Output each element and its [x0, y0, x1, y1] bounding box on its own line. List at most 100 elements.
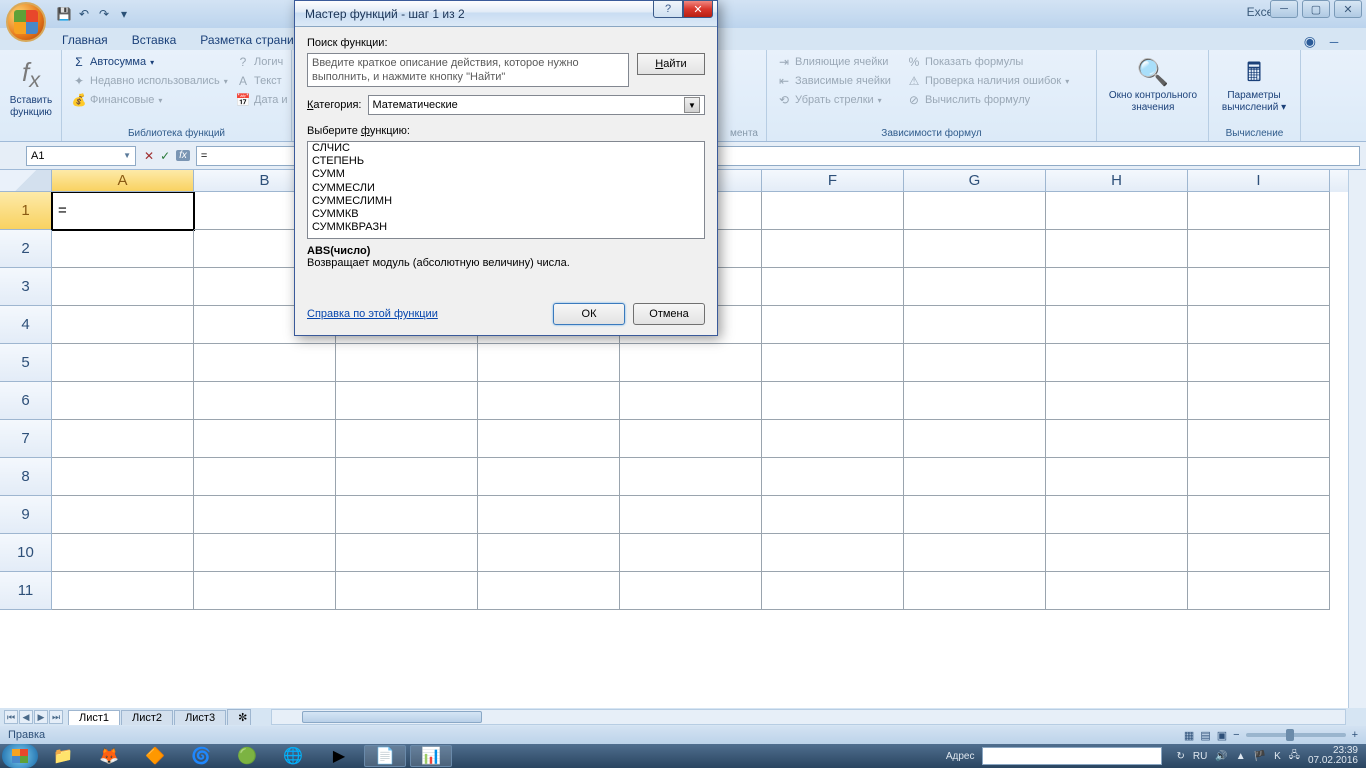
- row-header-3[interactable]: 3: [0, 268, 52, 306]
- cell[interactable]: [904, 306, 1046, 344]
- cell[interactable]: [762, 382, 904, 420]
- horizontal-scrollbar[interactable]: [271, 709, 1346, 725]
- col-header-F[interactable]: F: [762, 170, 904, 192]
- trace-precedents-button[interactable]: ⇥Влияющие ячейки: [773, 53, 895, 71]
- tray-arrow-icon[interactable]: ▲: [1236, 751, 1246, 762]
- cell[interactable]: [1046, 306, 1188, 344]
- row-header-10[interactable]: 10: [0, 534, 52, 572]
- save-icon[interactable]: 💾: [56, 6, 72, 22]
- cell[interactable]: [620, 420, 762, 458]
- tray-date[interactable]: 07.02.2016: [1308, 756, 1358, 766]
- view-normal-icon[interactable]: ▦: [1184, 729, 1194, 742]
- tab-insert[interactable]: Вставка: [120, 30, 189, 50]
- cell[interactable]: [336, 496, 478, 534]
- calc-options-button[interactable]: 🖩 Параметрывычислений ▾: [1215, 53, 1293, 118]
- utorrent-icon[interactable]: 🟢: [226, 745, 268, 767]
- cell[interactable]: [194, 496, 336, 534]
- media-player-icon[interactable]: ▶: [318, 745, 360, 767]
- undo-icon[interactable]: ↶: [76, 6, 92, 22]
- function-item[interactable]: СТЕПЕНЬ: [308, 155, 704, 168]
- new-sheet-tab[interactable]: ✼: [227, 709, 251, 725]
- cell[interactable]: [1046, 496, 1188, 534]
- function-listbox[interactable]: СЛЧИС СТЕПЕНЬ СУММ СУММЕСЛИ СУММЕСЛИМН С…: [307, 141, 705, 239]
- cell[interactable]: [336, 382, 478, 420]
- cell[interactable]: [762, 268, 904, 306]
- enter-formula-icon[interactable]: ✓: [160, 149, 170, 163]
- office-button[interactable]: [6, 2, 46, 42]
- cell[interactable]: [194, 458, 336, 496]
- cell[interactable]: [620, 572, 762, 610]
- function-help-link[interactable]: Справка по этой функции: [307, 308, 438, 320]
- minimize-button[interactable]: ─: [1270, 0, 1298, 18]
- watch-window-button[interactable]: 🔍 Окно контрольногозначения: [1097, 53, 1209, 118]
- cell[interactable]: [478, 572, 620, 610]
- help-icon[interactable]: ◉: [1304, 33, 1316, 50]
- cell[interactable]: [904, 192, 1046, 230]
- cell[interactable]: [478, 382, 620, 420]
- cell[interactable]: [194, 420, 336, 458]
- excel-icon[interactable]: 📊: [410, 745, 452, 767]
- cell[interactable]: [52, 382, 194, 420]
- start-button[interactable]: [2, 744, 38, 768]
- cell[interactable]: [904, 572, 1046, 610]
- minimize-ribbon-icon[interactable]: ─: [1326, 34, 1342, 50]
- col-header-I[interactable]: I: [1188, 170, 1330, 192]
- cell[interactable]: [1188, 230, 1330, 268]
- cell[interactable]: [478, 496, 620, 534]
- cell[interactable]: [762, 420, 904, 458]
- find-button[interactable]: Найти: [637, 53, 705, 75]
- nav-next-icon[interactable]: ▶: [34, 710, 48, 724]
- category-select[interactable]: Математические ▼: [368, 95, 706, 115]
- cell[interactable]: [1046, 344, 1188, 382]
- chrome-icon[interactable]: 🌐: [272, 745, 314, 767]
- row-header-7[interactable]: 7: [0, 420, 52, 458]
- function-item[interactable]: СУММКВ: [308, 208, 704, 221]
- cell[interactable]: [336, 572, 478, 610]
- cell[interactable]: [762, 534, 904, 572]
- row-header-2[interactable]: 2: [0, 230, 52, 268]
- cell[interactable]: [904, 268, 1046, 306]
- cell[interactable]: [1188, 344, 1330, 382]
- cell[interactable]: [762, 230, 904, 268]
- cell-A1[interactable]: =: [52, 192, 194, 230]
- text-button[interactable]: AТекст: [232, 72, 292, 90]
- cell[interactable]: [904, 458, 1046, 496]
- row-header-4[interactable]: 4: [0, 306, 52, 344]
- vertical-scrollbar[interactable]: [1348, 170, 1366, 708]
- col-header-G[interactable]: G: [904, 170, 1046, 192]
- date-button[interactable]: 📅Дата и: [232, 91, 292, 109]
- function-item[interactable]: СУММЕСЛИ: [308, 182, 704, 195]
- remove-arrows-button[interactable]: ⟲Убрать стрелки ▾: [773, 91, 895, 109]
- cell[interactable]: [336, 534, 478, 572]
- language-indicator[interactable]: RU: [1193, 751, 1207, 762]
- zoom-in-icon[interactable]: +: [1352, 729, 1358, 741]
- cell[interactable]: [52, 306, 194, 344]
- row-header-1[interactable]: 1: [0, 192, 52, 230]
- insert-function-button[interactable]: fx Вставитьфункцию: [6, 53, 56, 123]
- fx-button[interactable]: fx: [176, 150, 190, 161]
- firefox-icon[interactable]: 🦊: [88, 745, 130, 767]
- address-input[interactable]: [982, 747, 1162, 765]
- evaluate-formula-button[interactable]: ⊘Вычислить формулу: [903, 91, 1073, 109]
- cell[interactable]: [904, 534, 1046, 572]
- dialog-title-bar[interactable]: Мастер функций - шаг 1 из 2 ? ✕: [295, 1, 717, 27]
- cell[interactable]: [1046, 572, 1188, 610]
- dialog-help-button[interactable]: ?: [653, 0, 683, 18]
- row-header-6[interactable]: 6: [0, 382, 52, 420]
- cell[interactable]: [1046, 230, 1188, 268]
- cell[interactable]: [478, 344, 620, 382]
- cell[interactable]: [194, 572, 336, 610]
- cell[interactable]: [52, 344, 194, 382]
- cell[interactable]: [52, 458, 194, 496]
- cell[interactable]: [52, 268, 194, 306]
- cell[interactable]: [1188, 458, 1330, 496]
- cell[interactable]: [52, 420, 194, 458]
- cell[interactable]: [762, 306, 904, 344]
- cell[interactable]: [762, 192, 904, 230]
- view-break-icon[interactable]: ▣: [1217, 729, 1227, 742]
- col-header-H[interactable]: H: [1046, 170, 1188, 192]
- function-item[interactable]: СУММЕСЛИМН: [308, 195, 704, 208]
- function-item[interactable]: СУММ: [308, 168, 704, 181]
- cell[interactable]: [478, 420, 620, 458]
- nav-first-icon[interactable]: ⏮: [4, 710, 18, 724]
